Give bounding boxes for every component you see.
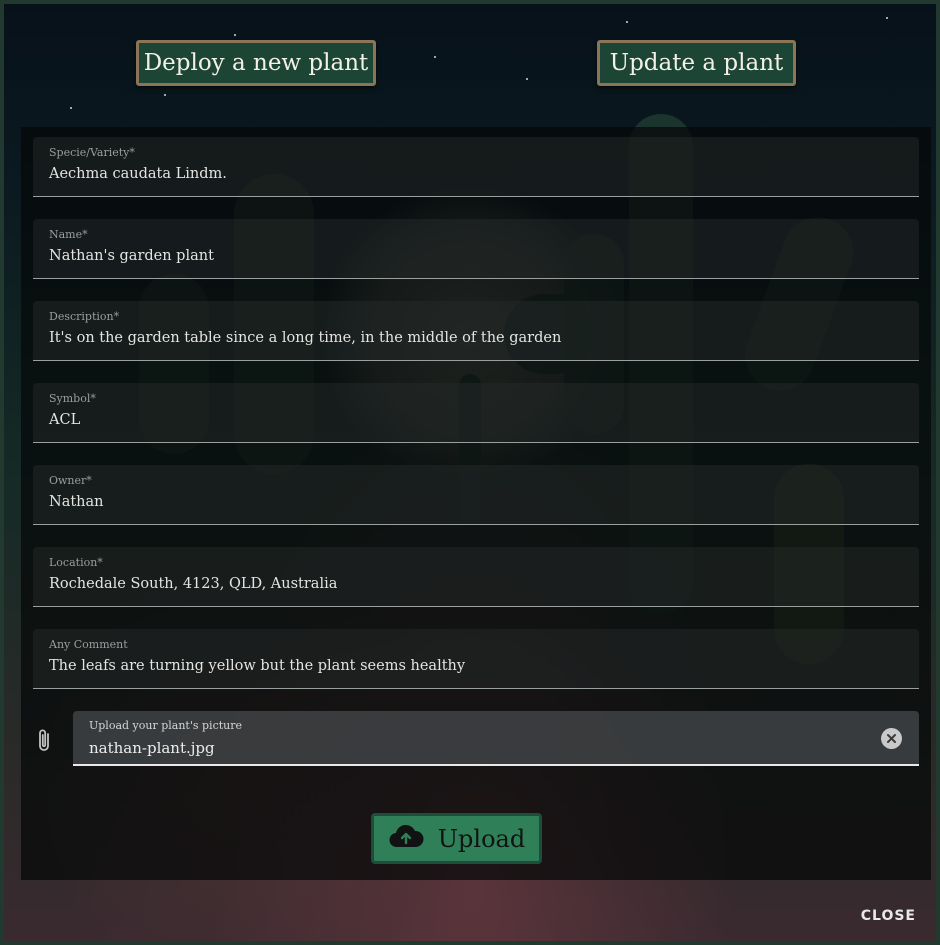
field-value[interactable]: The leafs are turning yellow but the pla…	[49, 658, 465, 674]
update-plant-button[interactable]: Update a plant	[597, 40, 796, 86]
location-field[interactable]: Location* Rochedale South, 4123, QLD, Au…	[33, 547, 919, 607]
field-label: Location*	[49, 556, 103, 569]
upload-field-label: Upload your plant's picture	[89, 719, 243, 732]
specie-variety-field[interactable]: Specie/Variety* Aechma caudata Lindm.	[33, 137, 919, 197]
upload-file-name[interactable]: nathan-plant.jpg	[89, 739, 215, 757]
plant-dialog: Deploy a new plant Update a plant Specie…	[0, 0, 940, 945]
field-label: Description*	[49, 310, 120, 323]
deploy-new-plant-button[interactable]: Deploy a new plant	[136, 40, 376, 86]
field-label: Name*	[49, 228, 88, 241]
field-label: Any Comment	[49, 638, 128, 651]
upload-button[interactable]: Upload	[371, 813, 542, 864]
cloud-upload-icon	[388, 823, 424, 855]
field-value[interactable]: Nathan	[49, 494, 103, 510]
close-button[interactable]: CLOSE	[861, 908, 916, 924]
field-value[interactable]: Nathan's garden plant	[49, 248, 214, 264]
name-field[interactable]: Name* Nathan's garden plant	[33, 219, 919, 279]
clear-icon[interactable]	[881, 728, 902, 749]
description-field[interactable]: Description* It's on the garden table si…	[33, 301, 919, 361]
comment-field[interactable]: Any Comment The leafs are turning yellow…	[33, 629, 919, 689]
field-value[interactable]: ACL	[49, 412, 80, 428]
field-value[interactable]: It's on the garden table since a long ti…	[49, 330, 561, 346]
field-value[interactable]: Rochedale South, 4123, QLD, Australia	[49, 576, 337, 592]
symbol-field[interactable]: Symbol* ACL	[33, 383, 919, 443]
paperclip-icon[interactable]	[36, 728, 54, 754]
field-label: Owner*	[49, 474, 92, 487]
field-label: Specie/Variety*	[49, 146, 135, 159]
upload-button-label: Upload	[437, 824, 526, 853]
field-value[interactable]: Aechma caudata Lindm.	[49, 166, 227, 182]
file-upload-field[interactable]: Upload your plant's picture nathan-plant…	[73, 711, 919, 766]
field-label: Symbol*	[49, 392, 96, 405]
plant-form: Specie/Variety* Aechma caudata Lindm. Na…	[21, 127, 931, 880]
owner-field[interactable]: Owner* Nathan	[33, 465, 919, 525]
